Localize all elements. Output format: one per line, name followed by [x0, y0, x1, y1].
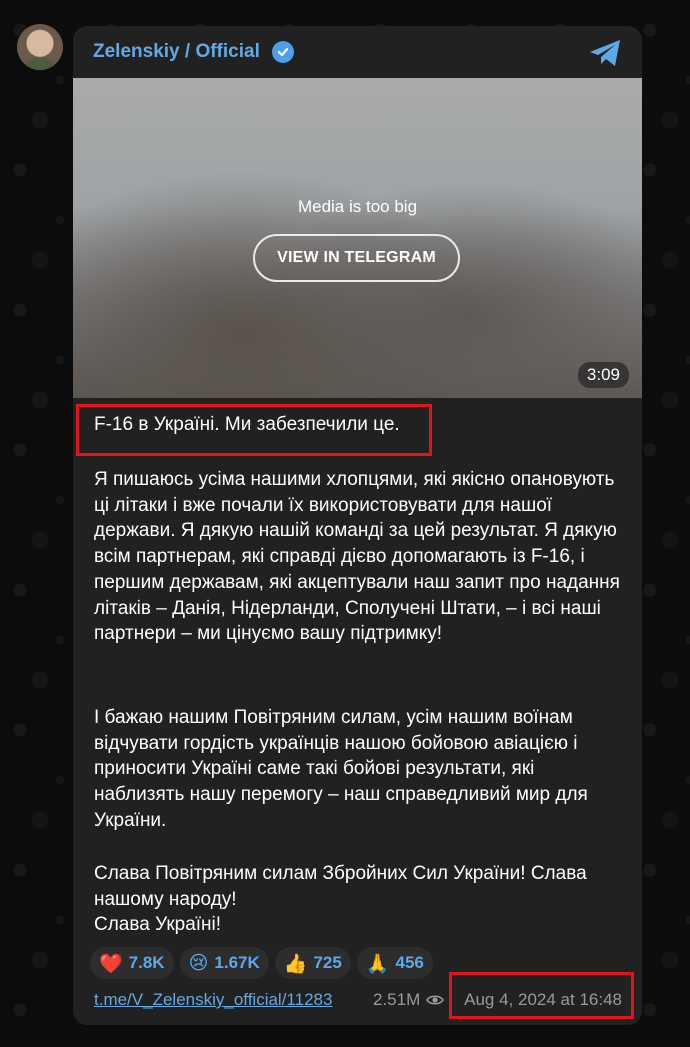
view-count: 2.51M	[373, 990, 445, 1010]
post-paragraph: Слава Повітряним силам Збройних Сил Укра…	[94, 863, 587, 936]
telegram-plane-icon[interactable]	[588, 38, 622, 68]
post-link[interactable]: t.me/V_Zelenskiy_official/11283	[94, 990, 332, 1010]
date-highlight-box	[449, 972, 634, 1019]
reaction-thumbs-up[interactable]: 👍 725	[274, 947, 351, 979]
reaction-count: 456	[395, 953, 424, 972]
reaction-count: 7.8K	[128, 953, 165, 972]
channel-name[interactable]: Zelenskiy / Official	[93, 41, 260, 63]
avatar-shirt	[23, 58, 57, 70]
post-paragraph: Я пишаюсь усіма нашими хлопцями, які які…	[94, 469, 620, 645]
view-in-telegram-button[interactable]: VIEW IN TELEGRAM	[253, 234, 460, 282]
eye-icon	[426, 995, 445, 1005]
heart-icon: ❤️	[99, 952, 123, 975]
video-preview[interactable]: Media is too big VIEW IN TELEGRAM 3:09	[73, 78, 642, 398]
video-duration: 3:09	[577, 362, 629, 388]
reactions-bar: ❤️ 7.8K 😢 1.67K 👍 725 🙏 456	[90, 947, 433, 979]
thumbs-up-icon: 👍	[283, 952, 308, 975]
crying-face-icon: 😢	[188, 952, 209, 974]
media-too-big-message: Media is too big	[297, 197, 418, 216]
folded-hands-icon: 🙏	[365, 952, 390, 975]
reaction-folded-hands[interactable]: 🙏 456	[356, 947, 433, 979]
reaction-crying[interactable]: 😢 1.67K	[179, 947, 269, 979]
post-header: Zelenskiy / Official	[73, 26, 642, 78]
reaction-count: 725	[313, 953, 342, 972]
reaction-heart[interactable]: ❤️ 7.8K	[90, 947, 174, 979]
post-card: Zelenskiy / Official Media is too big VI…	[73, 26, 642, 1025]
view-count-value: 2.51M	[373, 990, 421, 1009]
headline-highlight-box	[76, 404, 432, 456]
verified-badge-icon	[272, 41, 294, 63]
reaction-count: 1.67K	[214, 953, 260, 972]
channel-avatar[interactable]	[17, 24, 63, 70]
post-paragraph: І бажаю нашим Повітряним силам, усім наш…	[94, 707, 588, 831]
